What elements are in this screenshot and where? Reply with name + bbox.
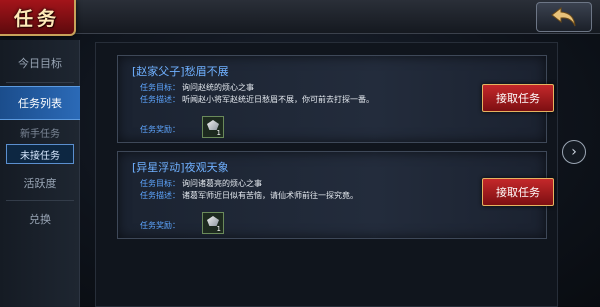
quest-goal-key: 任务目标： (140, 179, 180, 188)
sidebar: 今日目标 任务列表 新手任务 未接任务 活跃度 兑换 (0, 40, 80, 307)
accept-quest-button[interactable]: 接取任务 (482, 178, 554, 206)
sidebar-item-daily-goal[interactable]: 今日目标 (0, 46, 80, 80)
sidebar-item-exchange[interactable]: 兑换 (0, 202, 80, 236)
top-bar: 任务 (0, 0, 600, 36)
sidebar-item-label: 活跃度 (23, 177, 57, 190)
quest-title: [赵家父子]愁眉不展 (132, 65, 229, 78)
quest-desc-row: 任务描述： 听闻赵小将军赵统近日愁眉不展，你可前去打探一番。 (140, 94, 374, 105)
page-title: 任务 (13, 7, 60, 30)
title-badge: 任务 (0, 0, 76, 36)
chevron-right-icon: › (571, 144, 577, 160)
reward-count: 1 (216, 129, 221, 137)
sidebar-subitem-newbie-quests[interactable]: 新手任务 (0, 122, 80, 142)
quest-title: [异星浮动]夜观天象 (132, 161, 229, 174)
quest-goal: 询问赵统的烦心之事 (182, 83, 254, 92)
quest-desc-row: 任务描述： 诸葛军师近日似有苦恼，请仙术师前往一探究竟。 (140, 190, 358, 201)
reward-slot[interactable]: 1 (202, 116, 224, 138)
sidebar-item-label: 今日目标 (18, 57, 62, 70)
quest-screen: 任务 今日目标 任务列表 新手任务 未接任务 活跃度 兑换 [赵家父子]愁眉不展… (0, 0, 600, 307)
sidebar-item-activity[interactable]: 活跃度 (0, 166, 80, 200)
sidebar-item-label: 任务列表 (18, 97, 62, 110)
quest-goal-row: 任务目标： 询问诸葛亮的烦心之事 (140, 178, 262, 189)
divider (6, 200, 74, 201)
divider (6, 82, 74, 83)
quest-goal: 询问诸葛亮的烦心之事 (182, 179, 262, 188)
next-page-button[interactable]: › (562, 140, 586, 164)
sidebar-item-quest-list[interactable]: 任务列表 (0, 86, 80, 120)
quest-card: [异星浮动]夜观天象 任务目标： 询问诸葛亮的烦心之事 任务描述： 诸葛军师近日似有… (117, 151, 554, 239)
quest-goal-row: 任务目标： 询问赵统的烦心之事 (140, 82, 254, 93)
back-arrow-icon (551, 6, 576, 27)
reward-count: 1 (216, 225, 221, 233)
quest-desc: 诸葛军师近日似有苦恼，请仙术师前往一探究竟。 (182, 191, 358, 200)
quest-reward-label: 任务奖励： (140, 221, 180, 230)
sidebar-item-label: 兑换 (29, 213, 51, 226)
quest-card: [赵家父子]愁眉不展 任务目标： 询问赵统的烦心之事 任务描述： 听闻赵小将军赵统近… (117, 55, 554, 143)
back-button[interactable] (536, 2, 592, 32)
reward-slot[interactable]: 1 (202, 212, 224, 234)
quest-desc-key: 任务描述： (140, 95, 180, 104)
quest-desc-key: 任务描述： (140, 191, 180, 200)
quest-panel: [赵家父子]愁眉不展 任务目标： 询问赵统的烦心之事 任务描述： 听闻赵小将军赵统近… (95, 42, 558, 307)
sidebar-subitem-label: 未接任务 (20, 150, 60, 162)
sidebar-subitem-label: 新手任务 (20, 128, 60, 140)
quest-desc: 听闻赵小将军赵统近日愁眉不展，你可前去打探一番。 (182, 95, 374, 104)
sidebar-subitem-unaccepted-quests[interactable]: 未接任务 (6, 144, 74, 164)
quest-goal-key: 任务目标： (140, 83, 180, 92)
quest-reward-label: 任务奖励： (140, 125, 180, 134)
accept-quest-button[interactable]: 接取任务 (482, 84, 554, 112)
